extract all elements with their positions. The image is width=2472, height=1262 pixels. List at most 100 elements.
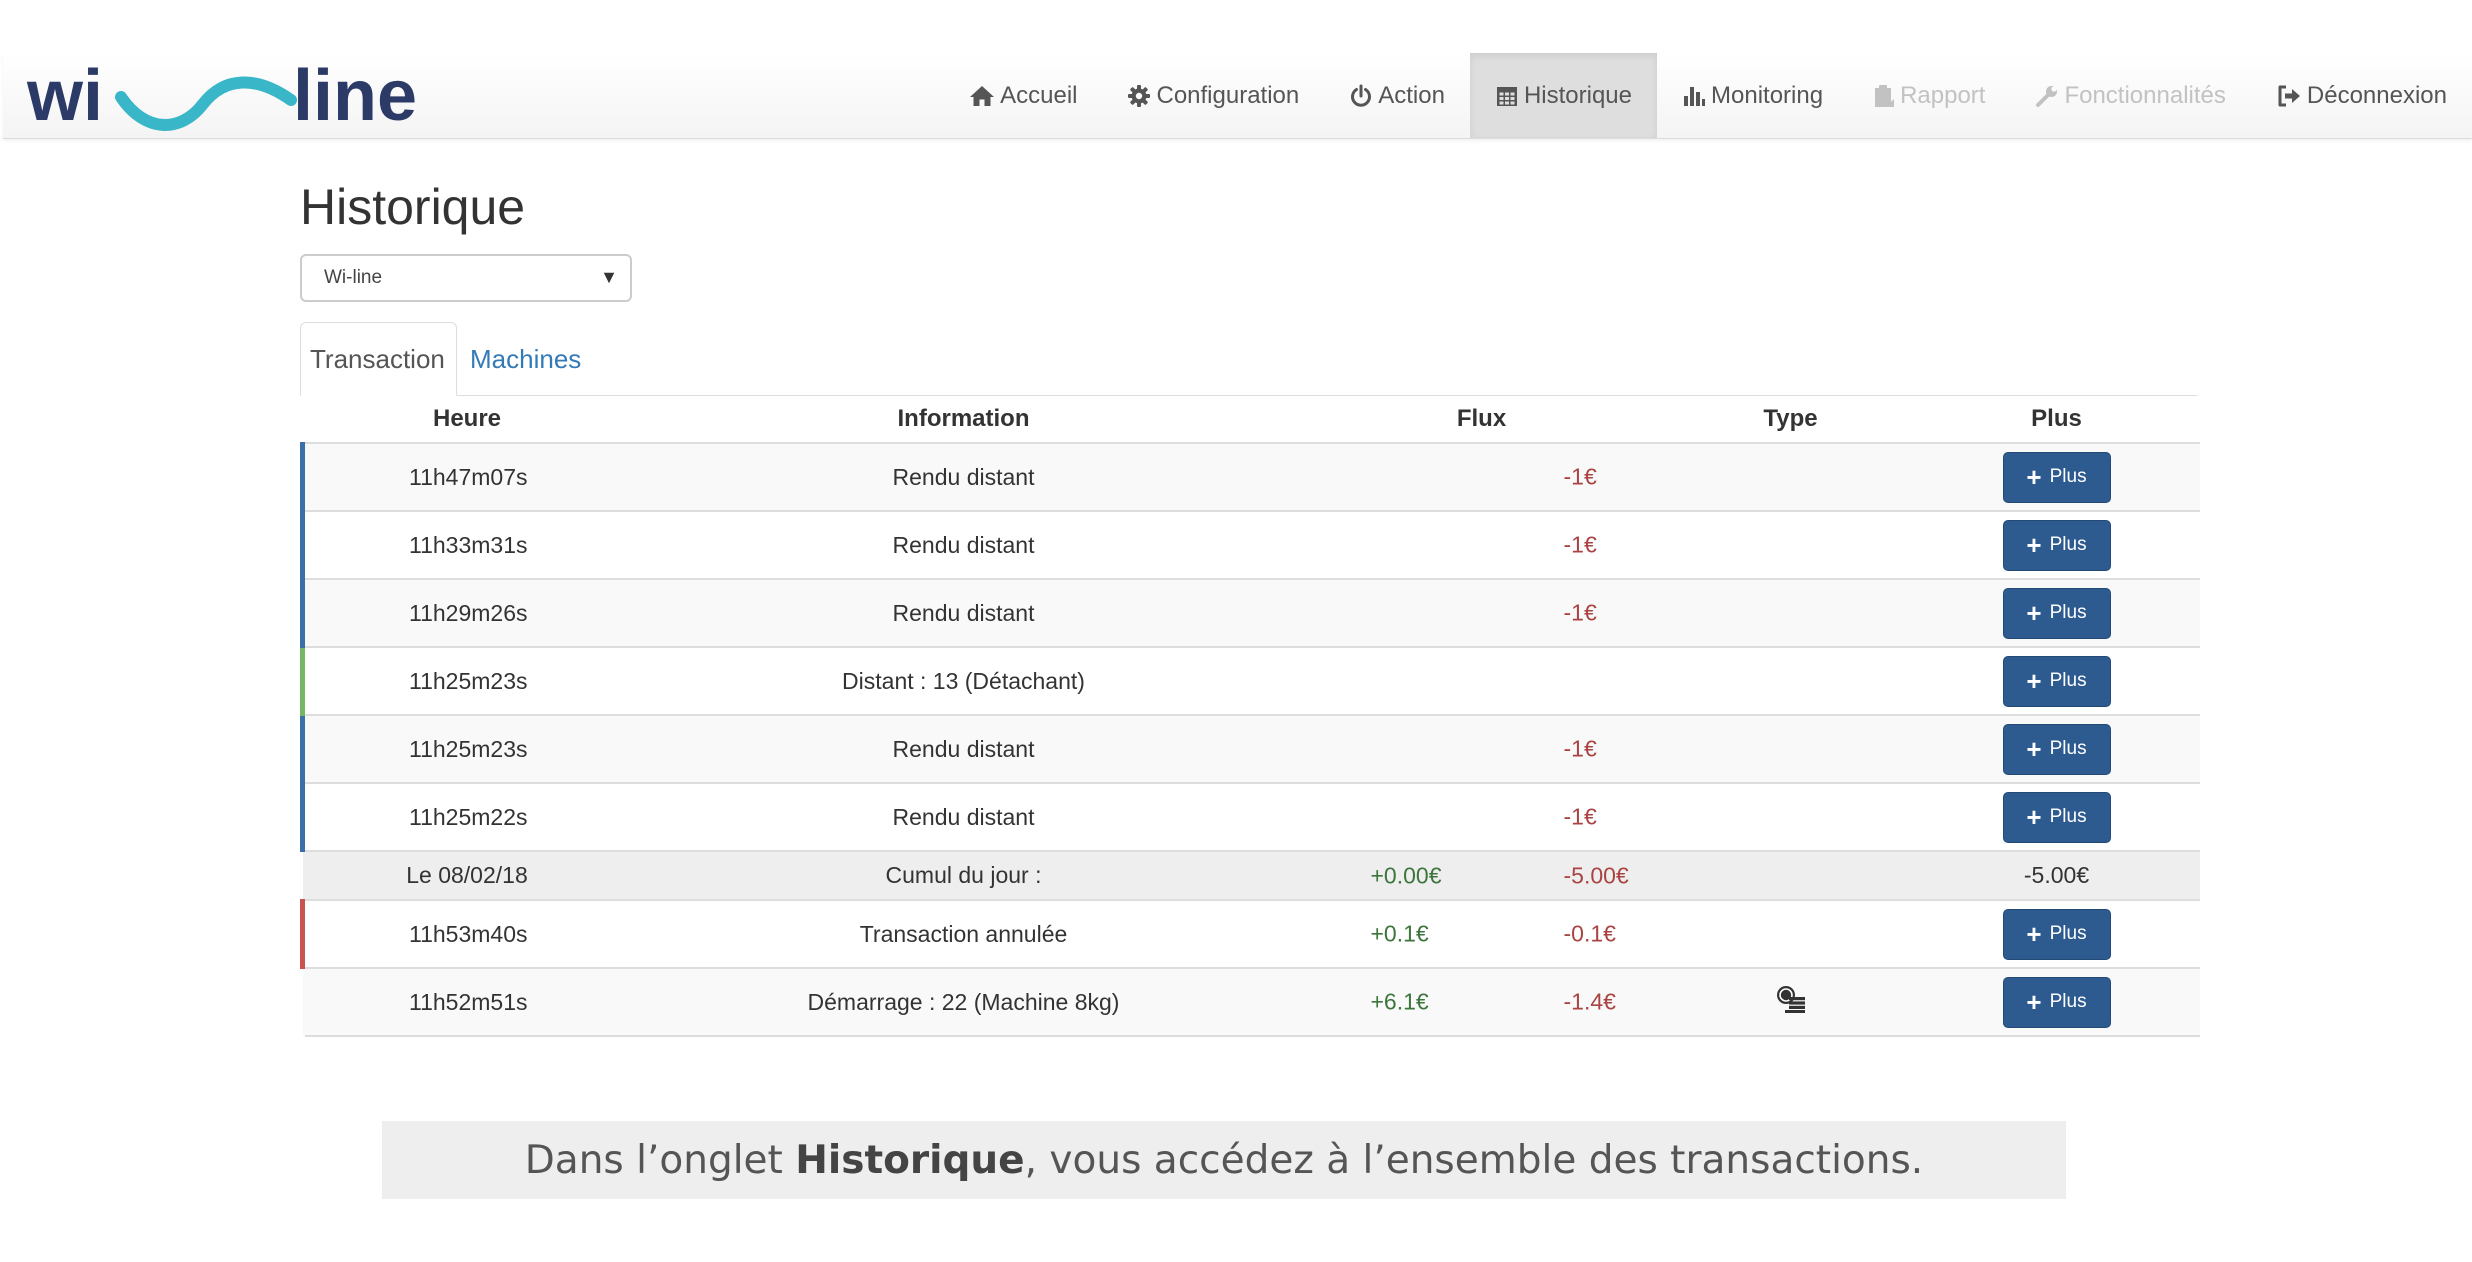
nav-historique-label: Historique (1523, 81, 1632, 109)
plus-button[interactable]: + Plus (2002, 451, 2111, 503)
plus-button[interactable]: + Plus (2002, 976, 2111, 1028)
total-flux: +0.00€ -5.00€ (1295, 851, 1668, 901)
plus-icon: + (2026, 598, 2042, 628)
caption-text-before: Dans l’onglet (524, 1137, 796, 1183)
plus-button-label: Plus (2049, 466, 2087, 487)
plus-button-label: Plus (2049, 534, 2087, 555)
column-header-information: Information (631, 395, 1296, 444)
nav-accueil-label: Accueil (1000, 81, 1078, 109)
column-header-flux: Flux (1295, 395, 1668, 444)
flux-negative: -1€ (1563, 803, 1597, 830)
plus-button-label: Plus (2049, 806, 2087, 827)
row-type (1667, 783, 1914, 852)
row-information: Rendu distant (631, 443, 1296, 512)
column-header-heure: Heure (302, 395, 632, 444)
table-row: 11h33m31s Rendu distant -1€ + Plus (300, 511, 2200, 580)
flux-negative: -1€ (1563, 463, 1597, 490)
site-select[interactable]: Wi-line ▼ (300, 254, 632, 302)
row-type (1667, 511, 1914, 580)
nav-deconnexion[interactable]: Déconnexion (2251, 53, 2472, 138)
row-time: 11h29m26s (300, 579, 632, 648)
table-row: 11h25m22s Rendu distant -1€ + Plus (300, 783, 2200, 852)
table-row: 11h25m23s Rendu distant -1€ + Plus (300, 715, 2200, 784)
nav-action[interactable]: Action (1324, 53, 1470, 138)
tutorial-caption: Dans l’onglet Historique, vous accédez à… (382, 1121, 2066, 1199)
plus-button[interactable]: + Plus (2002, 908, 2111, 960)
column-header-type: Type (1667, 395, 1914, 444)
row-type (1667, 968, 1914, 1037)
row-information: Rendu distant (631, 579, 1296, 648)
main-nav: Accueil Configuration Action Historique … (944, 53, 2472, 138)
flux-negative: -1€ (1563, 599, 1597, 626)
gear-icon (1127, 84, 1151, 108)
nav-fonctionnalites-label: Fonctionnalités (2064, 81, 2226, 109)
row-flux: -1€ (1295, 783, 1668, 852)
nav-monitoring[interactable]: Monitoring (1657, 53, 1848, 138)
top-navbar: wi line Accueil Configuration Action His… (3, 53, 2472, 139)
row-flux: -1€ (1295, 443, 1668, 512)
nav-accueil[interactable]: Accueil (944, 53, 1102, 138)
nav-monitoring-label: Monitoring (1711, 81, 1824, 109)
caret-down-icon: ▼ (600, 267, 618, 287)
flux-negative: -1€ (1563, 735, 1597, 762)
row-information: Distant : 13 (Détachant) (631, 647, 1296, 716)
wi-line-logo-icon: wi line (26, 56, 417, 136)
plus-button[interactable]: + Plus (2002, 723, 2111, 775)
nav-configuration[interactable]: Configuration (1102, 53, 1324, 138)
plus-icon: + (2026, 462, 2042, 492)
row-type (1667, 715, 1914, 784)
total-label: Cumul du jour : (631, 851, 1296, 901)
plus-button[interactable]: + Plus (2002, 587, 2111, 639)
table-row: 11h29m26s Rendu distant -1€ + Plus (300, 579, 2200, 648)
flux-negative: -0.1€ (1563, 920, 1616, 947)
tab-machines[interactable]: Machines (461, 322, 590, 396)
table-row: 11h53m40s Transaction annulée +0.1€ -0.1… (300, 900, 2200, 969)
nav-rapport[interactable]: Rapport (1848, 53, 2010, 138)
plus-icon: + (2026, 802, 2042, 832)
plus-button[interactable]: + Plus (2002, 519, 2111, 571)
nav-configuration-label: Configuration (1156, 81, 1300, 109)
coin-stack-icon (1776, 985, 1806, 1019)
row-information: Transaction annulée (631, 900, 1296, 969)
row-time: 11h33m31s (300, 511, 632, 580)
row-plus: + Plus (1913, 968, 2200, 1037)
row-time: 11h25m23s (300, 647, 632, 716)
flux-negative: -1€ (1563, 531, 1597, 558)
row-type (1667, 900, 1914, 969)
row-information: Rendu distant (631, 715, 1296, 784)
transactions-table: Heure Information Flux Type Plus 11h47m0… (300, 395, 2200, 1037)
row-time: 11h52m51s (302, 968, 632, 1037)
total-plus: -5.00€ (1913, 851, 2200, 901)
row-time: 11h47m07s (300, 443, 632, 512)
daily-total-row: Le 08/02/18 Cumul du jour : +0.00€ -5.00… (302, 851, 2200, 901)
history-tabs: Transaction Machines (300, 322, 2197, 396)
page-title: Historique (300, 179, 526, 235)
nav-historique[interactable]: Historique (1469, 53, 1657, 138)
flux-positive: +0.1€ (1370, 920, 1429, 947)
row-type (1667, 443, 1914, 512)
calendar-icon (1495, 84, 1519, 108)
bar-chart-icon (1682, 84, 1706, 108)
table-header-row: Heure Information Flux Type Plus (302, 395, 2200, 444)
row-plus: + Plus (1913, 783, 2200, 852)
plus-icon: + (2026, 987, 2042, 1017)
row-plus: + Plus (1913, 443, 2200, 512)
wi-line-logo[interactable]: wi line (25, 53, 430, 138)
table-row: 11h47m07s Rendu distant -1€ + Plus (300, 443, 2200, 512)
row-flux: -1€ (1295, 511, 1668, 580)
clipboard-icon (1873, 84, 1895, 108)
row-information: Rendu distant (631, 511, 1296, 580)
home-icon (969, 84, 995, 108)
plus-button[interactable]: + Plus (2002, 791, 2111, 843)
row-time: 11h25m23s (300, 715, 632, 784)
row-plus: + Plus (1913, 715, 2200, 784)
nav-fonctionnalites[interactable]: Fonctionnalités (2010, 53, 2250, 138)
plus-button[interactable]: + Plus (2002, 655, 2111, 707)
total-date: Le 08/02/18 (302, 851, 632, 901)
plus-icon: + (2026, 734, 2042, 764)
flux-negative: -5.00€ (1563, 862, 1629, 888)
flux-positive: +6.1€ (1370, 988, 1429, 1015)
row-flux: -1€ (1295, 715, 1668, 784)
tab-transaction[interactable]: Transaction (300, 322, 457, 396)
row-time: 11h53m40s (300, 900, 632, 969)
